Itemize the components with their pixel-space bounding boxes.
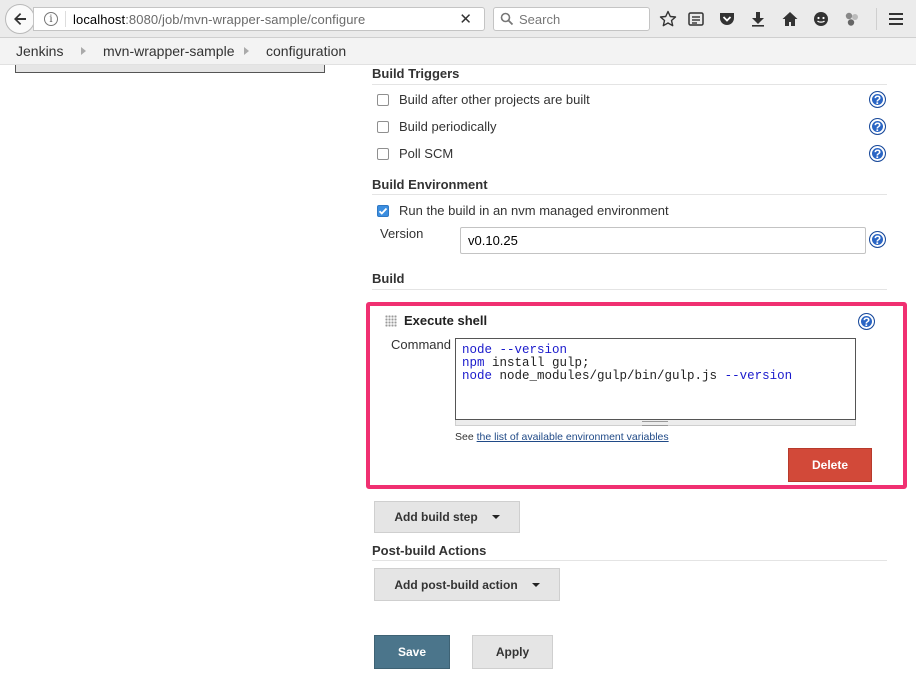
- command-keyword: --version: [724, 369, 793, 383]
- nvm-environment-option[interactable]: Run the build in an nvm managed environm…: [377, 203, 669, 218]
- section-title-build: Build: [372, 271, 405, 286]
- dropdown-caret-icon: [491, 515, 500, 519]
- browser-toolbar: i localhost:8080/job/mvn-wrapper-sample/…: [0, 0, 916, 38]
- help-icon[interactable]: ?: [858, 313, 875, 330]
- bookmark-star-icon[interactable]: [658, 9, 678, 29]
- home-icon[interactable]: [780, 9, 800, 29]
- help-glyph: ?: [873, 146, 882, 161]
- command-keyword: --version: [499, 343, 568, 357]
- section-title-post-build: Post-build Actions: [372, 543, 487, 558]
- download-icon[interactable]: [748, 9, 768, 29]
- help-glyph: ?: [873, 232, 882, 247]
- url-host: localhost: [73, 11, 126, 27]
- add-post-build-label: Add post-build action: [394, 577, 518, 592]
- breadcrumb: Jenkins mvn-wrapper-sample configuration: [0, 38, 916, 65]
- search-placeholder: Search: [519, 11, 561, 27]
- url-separator: [65, 11, 66, 27]
- section-divider: [372, 84, 887, 85]
- reader-list-icon[interactable]: [686, 9, 706, 29]
- breadcrumb-job[interactable]: mvn-wrapper-sample: [103, 43, 234, 59]
- add-post-build-action-button[interactable]: Add post-build action: [374, 568, 560, 601]
- help-icon[interactable]: ?: [869, 118, 886, 135]
- command-line: node node_modules/gulp/bin/gulp.js --ver…: [462, 370, 849, 383]
- checkbox-label: Run the build in an nvm managed environm…: [399, 203, 669, 218]
- command-keyword: npm: [462, 356, 485, 370]
- command-keyword: node: [462, 369, 493, 383]
- section-divider: [372, 560, 887, 561]
- checkbox[interactable]: [377, 120, 389, 133]
- drag-handle-icon[interactable]: [385, 315, 397, 327]
- delete-button[interactable]: Delete: [788, 448, 872, 482]
- breadcrumb-jenkins[interactable]: Jenkins: [16, 43, 63, 59]
- section-divider: [372, 289, 887, 290]
- pocket-icon[interactable]: [717, 9, 737, 29]
- breadcrumb-configuration[interactable]: configuration: [266, 43, 346, 59]
- breadcrumb-arrow-icon: [244, 47, 249, 55]
- back-button[interactable]: [5, 4, 35, 34]
- help-glyph: ?: [873, 92, 882, 107]
- breadcrumb-arrow-icon: [81, 47, 86, 55]
- help-icon[interactable]: ?: [869, 231, 886, 248]
- add-build-step-button[interactable]: Add build step: [374, 501, 520, 533]
- env-note-prefix: See: [455, 431, 477, 443]
- clear-url-icon[interactable]: ✕: [459, 10, 472, 28]
- apply-button[interactable]: Apply: [472, 635, 553, 669]
- add-build-step-label: Add build step: [394, 510, 478, 524]
- checkbox-label: Build periodically: [399, 119, 497, 134]
- extension-icon[interactable]: [842, 9, 862, 29]
- help-icon[interactable]: ?: [869, 91, 886, 108]
- section-divider: [372, 194, 887, 195]
- help-glyph: ?: [862, 314, 871, 329]
- info-icon[interactable]: i: [44, 12, 58, 26]
- command-label: Command: [391, 337, 451, 352]
- env-vars-note: See the list of available environment va…: [455, 431, 669, 443]
- checkmark-icon: [378, 207, 388, 215]
- textarea-resize-handle[interactable]: [455, 420, 856, 426]
- menu-icon[interactable]: [886, 9, 906, 29]
- version-label: Version: [380, 226, 424, 241]
- version-input[interactable]: v0.10.25: [460, 227, 866, 254]
- command-textarea[interactable]: node --version npm install gulp; node node…: [455, 338, 856, 420]
- url-bar[interactable]: i localhost:8080/job/mvn-wrapper-sample/…: [33, 7, 485, 31]
- checkbox-label: Build after other projects are built: [399, 92, 590, 107]
- url-text: localhost:8080/job/mvn-wrapper-sample/co…: [73, 12, 365, 27]
- search-icon: [500, 12, 514, 26]
- checkbox-label: Poll SCM: [399, 146, 454, 161]
- build-step-title: Execute shell: [404, 313, 488, 328]
- section-title-build-environment: Build Environment: [372, 177, 488, 192]
- command-keyword: node: [462, 343, 493, 357]
- command-text: node_modules/gulp/bin/gulp.js: [492, 369, 725, 383]
- checkbox-checked[interactable]: [377, 204, 389, 217]
- env-vars-link[interactable]: the list of available environment variab…: [477, 431, 669, 443]
- url-path: :8080/job/mvn-wrapper-sample/configure: [125, 11, 366, 27]
- checkbox[interactable]: [377, 93, 389, 106]
- side-panel-edge: [15, 65, 325, 73]
- command-text: [492, 343, 500, 357]
- hello-chat-icon[interactable]: [811, 9, 831, 29]
- trigger-poll-scm[interactable]: Poll SCM: [377, 146, 453, 161]
- back-arrow-icon: [14, 13, 26, 25]
- section-title-build-triggers: Build Triggers: [372, 66, 460, 81]
- trigger-after-other-projects[interactable]: Build after other projects are built: [377, 92, 590, 107]
- command-text: install gulp;: [484, 356, 590, 370]
- toolbar-divider: [876, 8, 877, 30]
- help-icon[interactable]: ?: [869, 145, 886, 162]
- search-input[interactable]: Search: [493, 7, 650, 31]
- trigger-build-periodically[interactable]: Build periodically: [377, 119, 497, 134]
- checkbox[interactable]: [377, 147, 389, 160]
- save-button[interactable]: Save: [374, 635, 450, 669]
- dropdown-caret-icon: [531, 582, 540, 587]
- help-glyph: ?: [873, 119, 882, 134]
